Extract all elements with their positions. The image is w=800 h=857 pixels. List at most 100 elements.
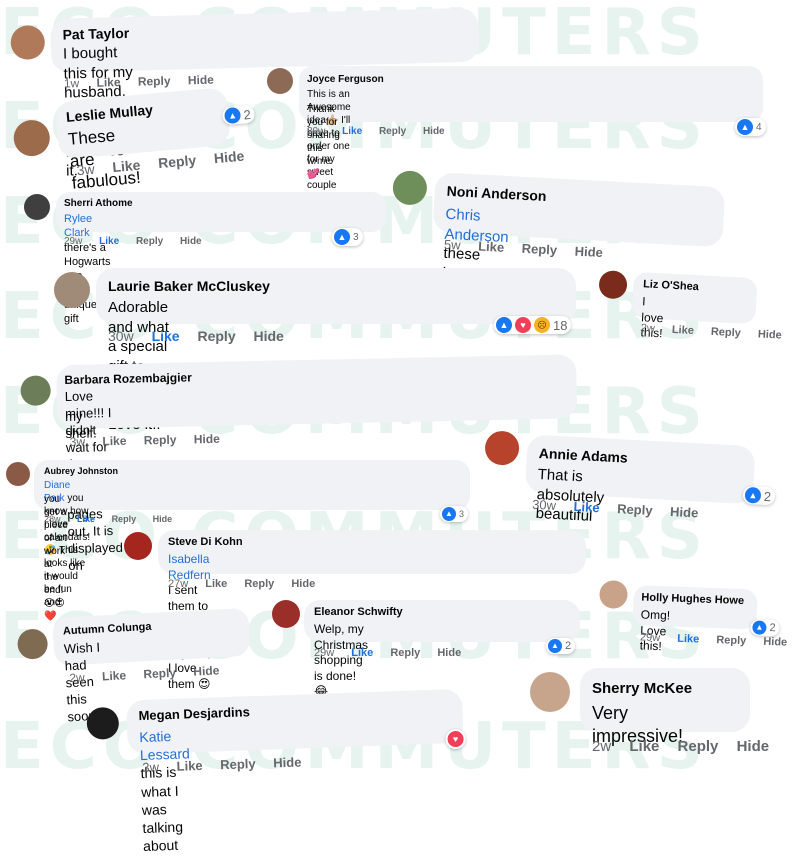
comment-bubble [56, 354, 578, 430]
avatar[interactable] [86, 706, 120, 740]
reaction-number: 3 [459, 509, 465, 519]
like-button[interactable]: Like [573, 499, 600, 515]
comment-actions: 1w Like Reply Hide [63, 72, 228, 91]
commenter-name[interactable]: Aubrey Johnston [44, 466, 118, 476]
comment-actions: 29w Like Reply Hide [64, 236, 216, 247]
reply-button[interactable]: Reply [138, 74, 171, 89]
reaction-count[interactable]: ▲ 4 [735, 118, 766, 136]
commenter-name[interactable]: Pat Taylor [62, 25, 129, 43]
like-reaction-icon: ▲ [442, 507, 456, 521]
hide-button[interactable]: Hide [273, 754, 302, 770]
avatar[interactable] [20, 375, 51, 406]
avatar[interactable] [54, 272, 90, 308]
reply-button[interactable]: Reply [617, 501, 653, 518]
reply-button[interactable]: Reply [678, 738, 719, 755]
hide-button[interactable]: Hide [180, 236, 202, 247]
avatar[interactable] [392, 169, 428, 206]
reaction-count[interactable]: ▲ 2 [750, 619, 780, 637]
like-button[interactable]: Like [478, 239, 505, 255]
hide-button[interactable]: Hide [153, 514, 173, 524]
like-button[interactable]: Like [152, 328, 180, 344]
hide-button[interactable]: Hide [574, 244, 603, 260]
hide-button[interactable]: Hide [188, 73, 214, 88]
reply-button[interactable]: Reply [244, 578, 274, 590]
reaction-number: 4 [756, 121, 762, 133]
reply-button[interactable]: Reply [157, 152, 196, 171]
reply-button[interactable]: Reply [197, 328, 235, 344]
comment-time: 29w [64, 236, 83, 247]
hide-button[interactable]: Hide [254, 328, 284, 344]
reply-button[interactable]: Reply [136, 236, 163, 247]
comment-text: Thank you for sharing this w/me💕 [307, 104, 340, 180]
comment-text-rest: this is what I was talking about [140, 764, 184, 855]
avatar[interactable] [530, 672, 570, 712]
reply-button[interactable]: Reply [220, 756, 256, 772]
hide-button[interactable]: Hide [423, 126, 445, 137]
like-button[interactable]: Like [102, 668, 127, 683]
reply-button[interactable]: Reply [379, 126, 406, 137]
reaction-count[interactable]: ▲ ♥ ☹ 18 [494, 316, 572, 334]
comment-time: 1w [63, 76, 80, 91]
reply-button[interactable]: Reply [711, 326, 742, 340]
comment-actions: 2w Like Reply Hide [592, 738, 783, 755]
comment-time: 29w [314, 647, 335, 659]
reaction-count[interactable]: ▲ 2 [742, 485, 776, 506]
commenter-name[interactable]: Eleanor Schwifty [314, 606, 403, 618]
hide-button[interactable]: Hide [670, 504, 699, 520]
like-button[interactable]: Like [77, 514, 95, 524]
commenter-name[interactable]: Barbara Rozembajgier [64, 370, 192, 387]
reply-button[interactable]: Reply [143, 666, 176, 682]
hide-button[interactable]: Hide [437, 647, 461, 659]
like-button[interactable]: Like [677, 633, 699, 646]
commenter-name[interactable]: Sherri Athome [64, 198, 133, 209]
like-button[interactable]: Like [205, 578, 227, 590]
like-button[interactable]: Like [351, 647, 373, 659]
hide-button[interactable]: Hide [193, 663, 220, 678]
comment-time: 2w [69, 670, 86, 686]
reply-button[interactable]: Reply [144, 433, 177, 448]
reply-button[interactable]: Reply [390, 647, 420, 659]
avatar[interactable] [267, 68, 293, 94]
reaction-count[interactable]: ▲ 3 [332, 228, 363, 246]
commenter-name[interactable]: Joyce Ferguson [307, 74, 384, 85]
avatar[interactable] [12, 118, 52, 158]
avatar[interactable] [10, 25, 46, 60]
like-button[interactable]: Like [112, 157, 141, 175]
reaction-number: 2 [242, 106, 252, 123]
hide-button[interactable]: Hide [763, 636, 787, 649]
like-reaction-icon: ▲ [496, 317, 512, 333]
reaction-count[interactable]: ▲ 3 [440, 506, 469, 522]
like-button[interactable]: Like [99, 236, 119, 247]
reply-button[interactable]: Reply [716, 634, 746, 647]
reaction-count[interactable]: ♥ [445, 728, 466, 750]
like-button[interactable]: Like [629, 738, 659, 755]
hide-button[interactable]: Hide [194, 432, 220, 447]
like-button[interactable]: Like [342, 126, 362, 137]
like-button[interactable]: Like [672, 324, 695, 337]
hide-button[interactable]: Hide [737, 738, 770, 755]
commenter-name[interactable]: Laurie Baker McCluskey [108, 278, 270, 294]
like-button[interactable]: Like [102, 434, 126, 448]
reply-button[interactable]: Reply [521, 241, 557, 258]
avatar[interactable] [272, 600, 300, 628]
commenter-name[interactable]: Steve Di Kohn [168, 536, 243, 548]
avatar[interactable] [16, 628, 49, 660]
avatar[interactable] [24, 194, 50, 220]
hide-button[interactable]: Hide [758, 328, 782, 341]
like-reaction-icon: ▲ [223, 106, 242, 125]
avatar[interactable] [484, 430, 520, 466]
avatar[interactable] [124, 532, 152, 560]
avatar[interactable] [598, 269, 628, 300]
like-button[interactable]: Like [96, 75, 120, 90]
hide-button[interactable]: Hide [291, 578, 315, 590]
reaction-count[interactable]: ▲ 2 [221, 104, 256, 126]
reaction-number: 18 [553, 317, 568, 333]
hide-button[interactable]: Hide [213, 148, 245, 167]
commenter-name[interactable]: Sherry McKee [592, 680, 692, 697]
reaction-count[interactable]: ▲ 2 [546, 638, 576, 654]
reply-button[interactable]: Reply [112, 514, 137, 524]
comment-time: 5w [443, 236, 461, 253]
like-button[interactable]: Like [176, 758, 203, 774]
avatar[interactable] [599, 580, 628, 609]
avatar[interactable] [6, 462, 30, 486]
